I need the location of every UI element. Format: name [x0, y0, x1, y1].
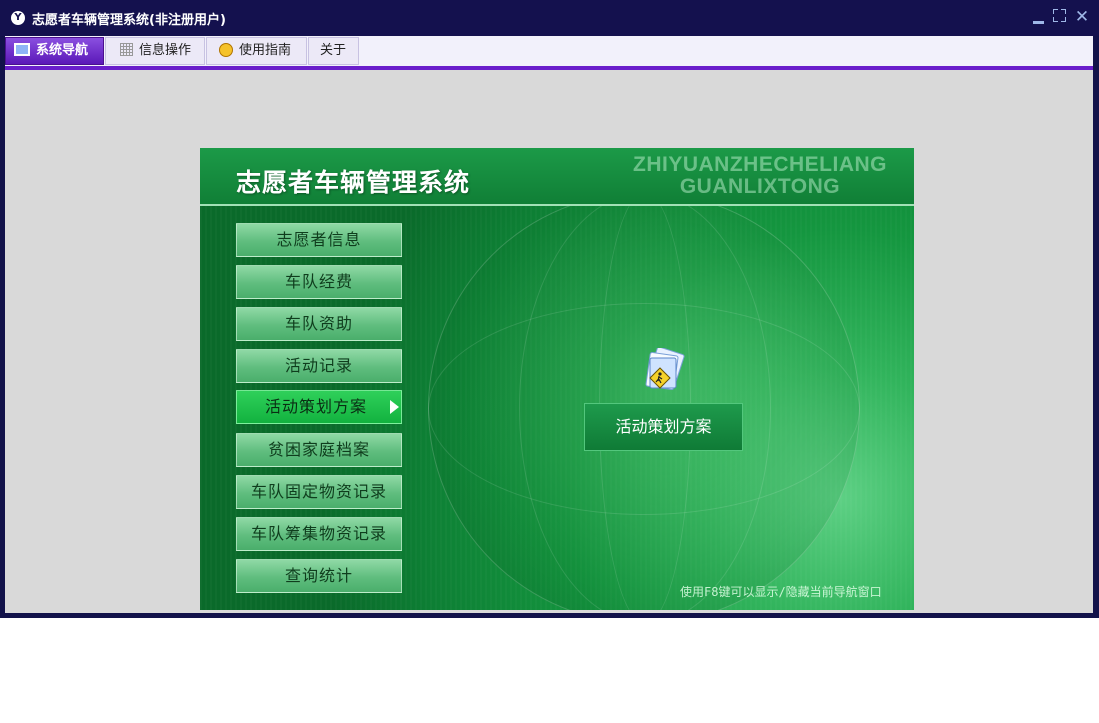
panel-pinyin-watermark: ZHIYUANZHECHELIANG GUANLIXTONG [610, 154, 910, 198]
monitor-icon [14, 43, 30, 56]
close-icon[interactable]: ✕ [1074, 8, 1090, 26]
nav-item-poor-family-archive[interactable]: 贫困家庭档案 [236, 433, 402, 467]
feature-activity-plan-button[interactable]: 活动策划方案 [584, 403, 743, 451]
document-folder-icon[interactable] [638, 348, 688, 396]
panel-header: 志愿者车辆管理系统 ZHIYUANZHECHELIANG GUANLIXTONG [200, 148, 914, 206]
grid-icon [120, 43, 133, 56]
tab-about[interactable]: 关于 [308, 37, 359, 65]
panel-title: 志愿者车辆管理系统 [236, 168, 471, 197]
menu-bar: 系统导航 信息操作 使用指南 关于 [5, 36, 1093, 70]
arrow-right-icon [390, 400, 399, 414]
minimize-icon[interactable] [1031, 8, 1047, 26]
title-bar[interactable]: Y 志愿者车辆管理系统(非注册用户) ✕ [0, 0, 1099, 36]
guide-icon [219, 42, 233, 57]
nav-item-volunteer-info[interactable]: 志愿者信息 [236, 223, 402, 257]
app-logo-icon: Y [11, 11, 25, 25]
globe-background [428, 192, 860, 610]
nav-item-label: 活动策划方案 [265, 397, 368, 416]
tab-label: 关于 [320, 43, 347, 58]
pinyin-line-2: GUANLIXTONG [679, 175, 841, 198]
restore-icon[interactable] [1052, 8, 1068, 26]
nav-item-team-funds[interactable]: 车队经费 [236, 265, 402, 299]
nav-item-fixed-supplies[interactable]: 车队固定物资记录 [236, 475, 402, 509]
tab-user-guide[interactable]: 使用指南 [206, 37, 307, 65]
nav-item-team-sponsorship[interactable]: 车队资助 [236, 307, 402, 341]
tab-label: 信息操作 [139, 43, 192, 58]
nav-item-activity-plans[interactable]: 活动策划方案 [236, 390, 402, 424]
tab-info-operation[interactable]: 信息操作 [105, 37, 205, 65]
tab-label: 使用指南 [239, 43, 292, 58]
tab-label: 系统导航 [36, 43, 89, 58]
pinyin-line-1: ZHIYUANZHECHELIANG [633, 153, 887, 176]
nav-item-raised-supplies[interactable]: 车队筹集物资记录 [236, 517, 402, 551]
navigation-panel: 志愿者车辆管理系统 ZHIYUANZHECHELIANG GUANLIXTONG… [200, 148, 914, 610]
f8-hint-text: 使用F8键可以显示/隐藏当前导航窗口 [680, 585, 882, 599]
nav-item-activity-records[interactable]: 活动记录 [236, 349, 402, 383]
window-title: 志愿者车辆管理系统(非注册用户) [32, 13, 226, 28]
tab-system-navigation[interactable]: 系统导航 [5, 37, 104, 65]
nav-item-query-statistics[interactable]: 查询统计 [236, 559, 402, 593]
